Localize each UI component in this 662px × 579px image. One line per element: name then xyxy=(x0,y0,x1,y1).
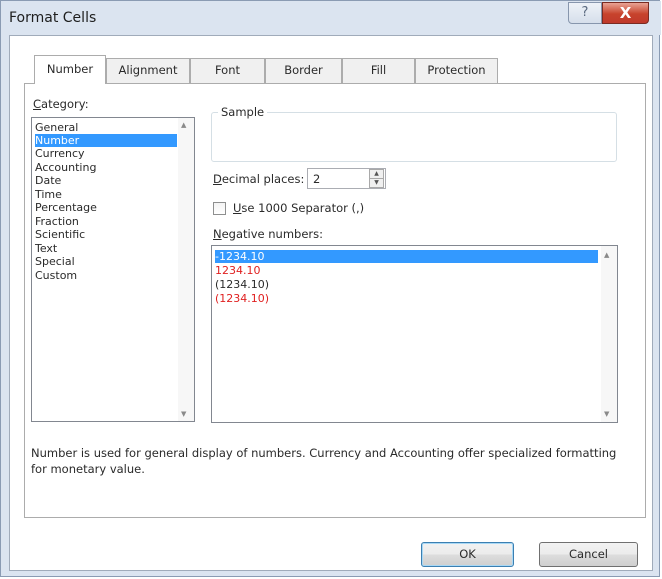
list-item[interactable]: Text xyxy=(35,242,57,255)
scroll-up-icon[interactable]: ▲ xyxy=(604,251,609,259)
close-button[interactable]: X xyxy=(602,2,649,24)
list-item[interactable]: Percentage xyxy=(35,201,97,214)
list-item[interactable]: (1234.10) xyxy=(215,278,269,291)
tab-alignment[interactable]: Alignment xyxy=(106,58,190,83)
list-item[interactable]: Currency xyxy=(35,147,85,160)
window-title: Format Cells xyxy=(9,10,97,26)
thousands-separator-checkbox[interactable] xyxy=(213,202,226,215)
ok-button[interactable]: OK xyxy=(421,542,514,567)
tab-font-label: Font xyxy=(214,63,241,77)
help-button[interactable]: ? xyxy=(568,2,602,24)
list-item[interactable]: General xyxy=(35,121,78,134)
tab-protection[interactable]: Protection xyxy=(415,58,498,83)
scroll-up-icon[interactable]: ▲ xyxy=(181,121,186,129)
number-tab-panel: Category: General Number Currency Accoun… xyxy=(24,83,646,518)
category-list[interactable]: General Number Currency Accounting Date … xyxy=(31,117,195,422)
negative-numbers-scrollbar[interactable]: ▲ ▼ xyxy=(601,246,617,422)
list-item[interactable]: Number xyxy=(35,134,177,147)
category-label: Category: xyxy=(33,97,89,111)
close-icon: X xyxy=(619,4,632,22)
scroll-down-icon[interactable]: ▼ xyxy=(604,410,609,418)
decimal-places-label: Decimal places: xyxy=(213,172,305,186)
tab-number-label: Number xyxy=(46,62,94,76)
list-item[interactable]: Custom xyxy=(35,269,77,282)
spin-down-icon[interactable]: ▼ xyxy=(369,178,384,188)
tab-protection-label: Protection xyxy=(427,63,486,77)
tab-alignment-label: Alignment xyxy=(118,63,178,77)
decimal-places-stepper[interactable]: 2 ▲ ▼ xyxy=(307,168,386,189)
list-item[interactable]: 1234.10 xyxy=(215,264,261,277)
tab-fill[interactable]: Fill xyxy=(342,58,415,83)
cancel-button[interactable]: Cancel xyxy=(539,542,638,567)
tab-border-label: Border xyxy=(284,63,323,77)
list-item[interactable]: Special xyxy=(35,255,75,268)
negative-numbers-list[interactable]: -1234.10 1234.10 (1234.10) (1234.10) ▲ ▼ xyxy=(211,245,618,423)
title-bar[interactable]: Format Cells ? X xyxy=(1,1,661,35)
list-item[interactable]: Scientific xyxy=(35,228,85,241)
list-item[interactable]: (1234.10) xyxy=(215,292,269,305)
list-item[interactable]: Fraction xyxy=(35,215,79,228)
list-item[interactable]: -1234.10 xyxy=(215,250,598,263)
list-item[interactable]: Accounting xyxy=(35,161,96,174)
tab-fill-label: Fill xyxy=(370,63,387,77)
list-item[interactable]: Date xyxy=(35,174,61,187)
scroll-down-icon[interactable]: ▼ xyxy=(181,410,186,418)
category-scrollbar[interactable]: ▲ ▼ xyxy=(178,118,194,421)
sample-group: Sample xyxy=(211,105,617,162)
sample-label: Sample xyxy=(218,105,268,119)
thousands-separator-label: Use 1000 Separator (,) xyxy=(233,201,365,215)
tab-border[interactable]: Border xyxy=(265,58,342,83)
format-description: Number is used for general display of nu… xyxy=(31,446,617,476)
decimal-places-value: 2 xyxy=(313,172,321,186)
tab-font[interactable]: Font xyxy=(190,58,265,83)
tab-number[interactable]: Number xyxy=(34,55,106,84)
format-cells-dialog: Format Cells ? X Number Alignment Font B… xyxy=(0,0,661,577)
help-icon: ? xyxy=(581,5,589,20)
negative-numbers-label: Negative numbers: xyxy=(213,227,324,241)
dialog-body: Number Alignment Font Border Fill Protec… xyxy=(9,35,653,571)
list-item[interactable]: Time xyxy=(35,188,62,201)
